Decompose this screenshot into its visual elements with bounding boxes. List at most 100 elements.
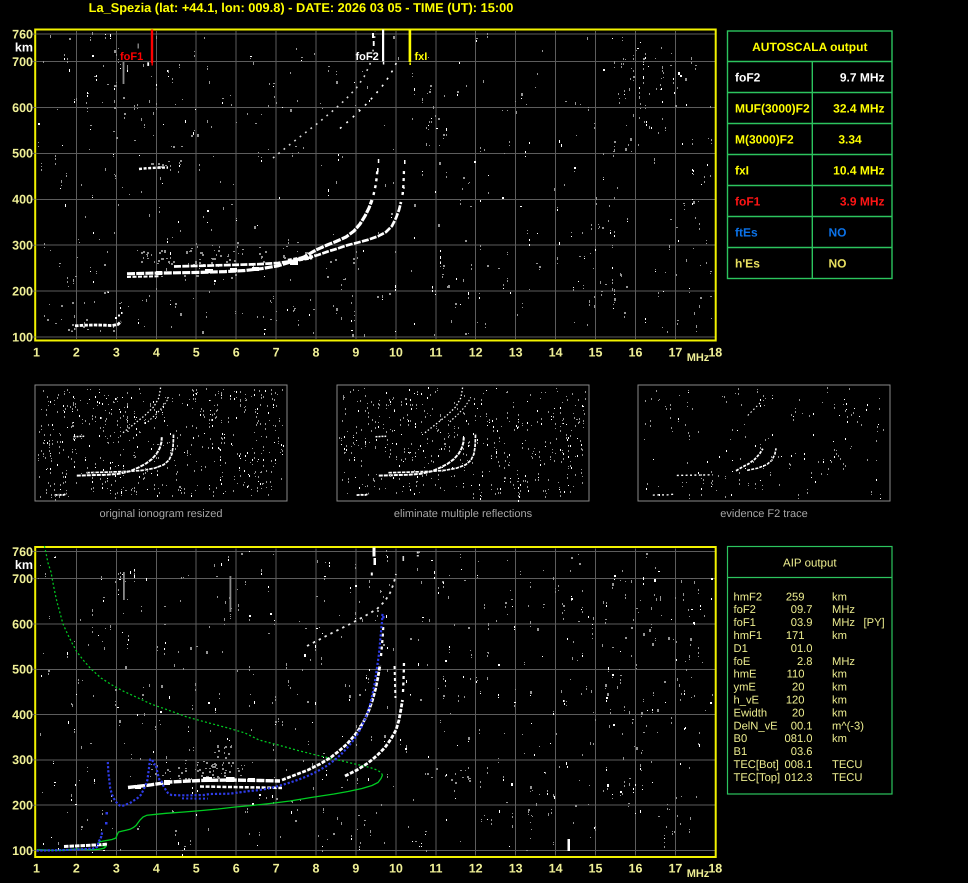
svg-text:10: 10 bbox=[389, 862, 403, 876]
svg-text:foF2: foF2 bbox=[735, 71, 761, 85]
svg-text:20: 20 bbox=[792, 682, 804, 694]
svg-text:ftEs: ftEs bbox=[735, 226, 758, 240]
svg-text:500: 500 bbox=[12, 663, 33, 677]
svg-text:km: km bbox=[15, 41, 33, 55]
svg-text:MHz: MHz bbox=[687, 868, 710, 880]
svg-text:2: 2 bbox=[73, 862, 80, 876]
svg-text:4: 4 bbox=[153, 862, 160, 876]
svg-text:3: 3 bbox=[113, 346, 120, 360]
svg-text:10.4 MHz: 10.4 MHz bbox=[833, 164, 884, 178]
svg-text:km: km bbox=[832, 695, 847, 707]
svg-text:700: 700 bbox=[12, 55, 33, 69]
svg-text:fxI: fxI bbox=[415, 51, 428, 63]
svg-text:km: km bbox=[832, 591, 847, 603]
svg-text:km: km bbox=[832, 733, 847, 745]
svg-text:foF1: foF1 bbox=[735, 195, 761, 209]
svg-text:B1: B1 bbox=[734, 746, 748, 758]
svg-text:TECU: TECU bbox=[832, 772, 862, 784]
svg-text:500: 500 bbox=[12, 147, 33, 161]
svg-text:3: 3 bbox=[113, 862, 120, 876]
svg-text:D1: D1 bbox=[734, 643, 748, 655]
svg-text:17: 17 bbox=[668, 862, 682, 876]
svg-text:15: 15 bbox=[589, 862, 603, 876]
svg-text:20: 20 bbox=[792, 707, 804, 719]
svg-text:12: 12 bbox=[469, 346, 483, 360]
svg-text:1: 1 bbox=[33, 862, 40, 876]
svg-text:760: 760 bbox=[12, 545, 33, 559]
svg-text:km: km bbox=[832, 630, 847, 642]
svg-text:200: 200 bbox=[12, 799, 33, 813]
svg-text:4: 4 bbox=[153, 346, 160, 360]
svg-text:m^(-3): m^(-3) bbox=[832, 720, 864, 732]
svg-text:171: 171 bbox=[786, 630, 805, 642]
svg-text:5: 5 bbox=[193, 862, 200, 876]
svg-text:km: km bbox=[832, 669, 847, 681]
svg-text:evidence F2 trace: evidence F2 trace bbox=[720, 508, 807, 520]
svg-text:MHz: MHz bbox=[832, 617, 855, 629]
svg-text:17: 17 bbox=[668, 346, 682, 360]
svg-text:01.0: 01.0 bbox=[791, 643, 813, 655]
svg-text:h_vE: h_vE bbox=[734, 695, 760, 707]
svg-text:14: 14 bbox=[549, 862, 563, 876]
svg-text:300: 300 bbox=[12, 753, 33, 767]
svg-text:h'Es: h'Es bbox=[735, 257, 760, 271]
svg-text:MHz: MHz bbox=[687, 352, 710, 364]
svg-text:M(3000)F2: M(3000)F2 bbox=[735, 133, 794, 147]
svg-text:760: 760 bbox=[12, 27, 33, 41]
svg-text:081.0: 081.0 bbox=[785, 733, 813, 745]
svg-text:2.8: 2.8 bbox=[797, 656, 813, 668]
svg-text:[PY]: [PY] bbox=[864, 617, 885, 629]
svg-text:NO: NO bbox=[829, 226, 847, 240]
svg-text:13: 13 bbox=[509, 346, 523, 360]
svg-text:18: 18 bbox=[708, 862, 722, 876]
svg-text:eliminate multiple reflections: eliminate multiple reflections bbox=[394, 508, 533, 520]
svg-text:MUF(3000)F2: MUF(3000)F2 bbox=[735, 102, 810, 116]
svg-text:foF1: foF1 bbox=[120, 51, 143, 63]
svg-text:DelN_vE: DelN_vE bbox=[734, 720, 778, 732]
svg-text:012.3: 012.3 bbox=[785, 772, 813, 784]
svg-text:18: 18 bbox=[708, 346, 722, 360]
svg-text:MHz: MHz bbox=[832, 656, 855, 668]
svg-text:259: 259 bbox=[786, 591, 805, 603]
svg-text:7: 7 bbox=[273, 862, 280, 876]
svg-text:10: 10 bbox=[389, 346, 403, 360]
svg-text:6: 6 bbox=[233, 862, 240, 876]
svg-text:7: 7 bbox=[273, 346, 280, 360]
svg-text:8: 8 bbox=[313, 346, 320, 360]
svg-text:400: 400 bbox=[12, 708, 33, 722]
svg-text:foE: foE bbox=[734, 656, 751, 668]
svg-text:11: 11 bbox=[429, 346, 442, 360]
svg-text:16: 16 bbox=[629, 862, 643, 876]
svg-text:15: 15 bbox=[589, 346, 603, 360]
svg-text:100: 100 bbox=[12, 330, 33, 344]
svg-text:foF2: foF2 bbox=[734, 604, 756, 616]
svg-text:9: 9 bbox=[352, 346, 359, 360]
svg-text:12: 12 bbox=[469, 862, 483, 876]
svg-text:13: 13 bbox=[509, 862, 523, 876]
svg-text:400: 400 bbox=[12, 193, 33, 207]
svg-text:8: 8 bbox=[313, 862, 320, 876]
svg-text:110: 110 bbox=[787, 669, 805, 681]
svg-text:03.6: 03.6 bbox=[791, 746, 813, 758]
svg-text:TEC[Bot]: TEC[Bot] bbox=[734, 759, 779, 771]
svg-text:200: 200 bbox=[12, 284, 33, 298]
svg-text:hmF2: hmF2 bbox=[734, 591, 763, 603]
svg-text:TEC[Top]: TEC[Top] bbox=[734, 772, 781, 784]
svg-text:fxI: fxI bbox=[735, 164, 749, 178]
svg-text:2: 2 bbox=[73, 346, 80, 360]
svg-text:AUTOSCALA output: AUTOSCALA output bbox=[752, 40, 867, 54]
svg-text:MHz: MHz bbox=[832, 604, 855, 616]
svg-text:300: 300 bbox=[12, 239, 33, 253]
svg-text:TECU: TECU bbox=[832, 759, 862, 771]
svg-text:foF2: foF2 bbox=[356, 51, 379, 63]
svg-text:foF1: foF1 bbox=[734, 617, 756, 629]
svg-text:600: 600 bbox=[12, 617, 33, 631]
svg-text:ymE: ymE bbox=[734, 682, 756, 694]
svg-text:03.9: 03.9 bbox=[791, 617, 813, 629]
svg-text:9: 9 bbox=[352, 862, 359, 876]
svg-text:9.7 MHz: 9.7 MHz bbox=[840, 71, 885, 85]
svg-text:700: 700 bbox=[12, 572, 33, 586]
svg-text:00.1: 00.1 bbox=[791, 720, 813, 732]
svg-text:5: 5 bbox=[193, 346, 200, 360]
svg-text:100: 100 bbox=[12, 844, 33, 858]
